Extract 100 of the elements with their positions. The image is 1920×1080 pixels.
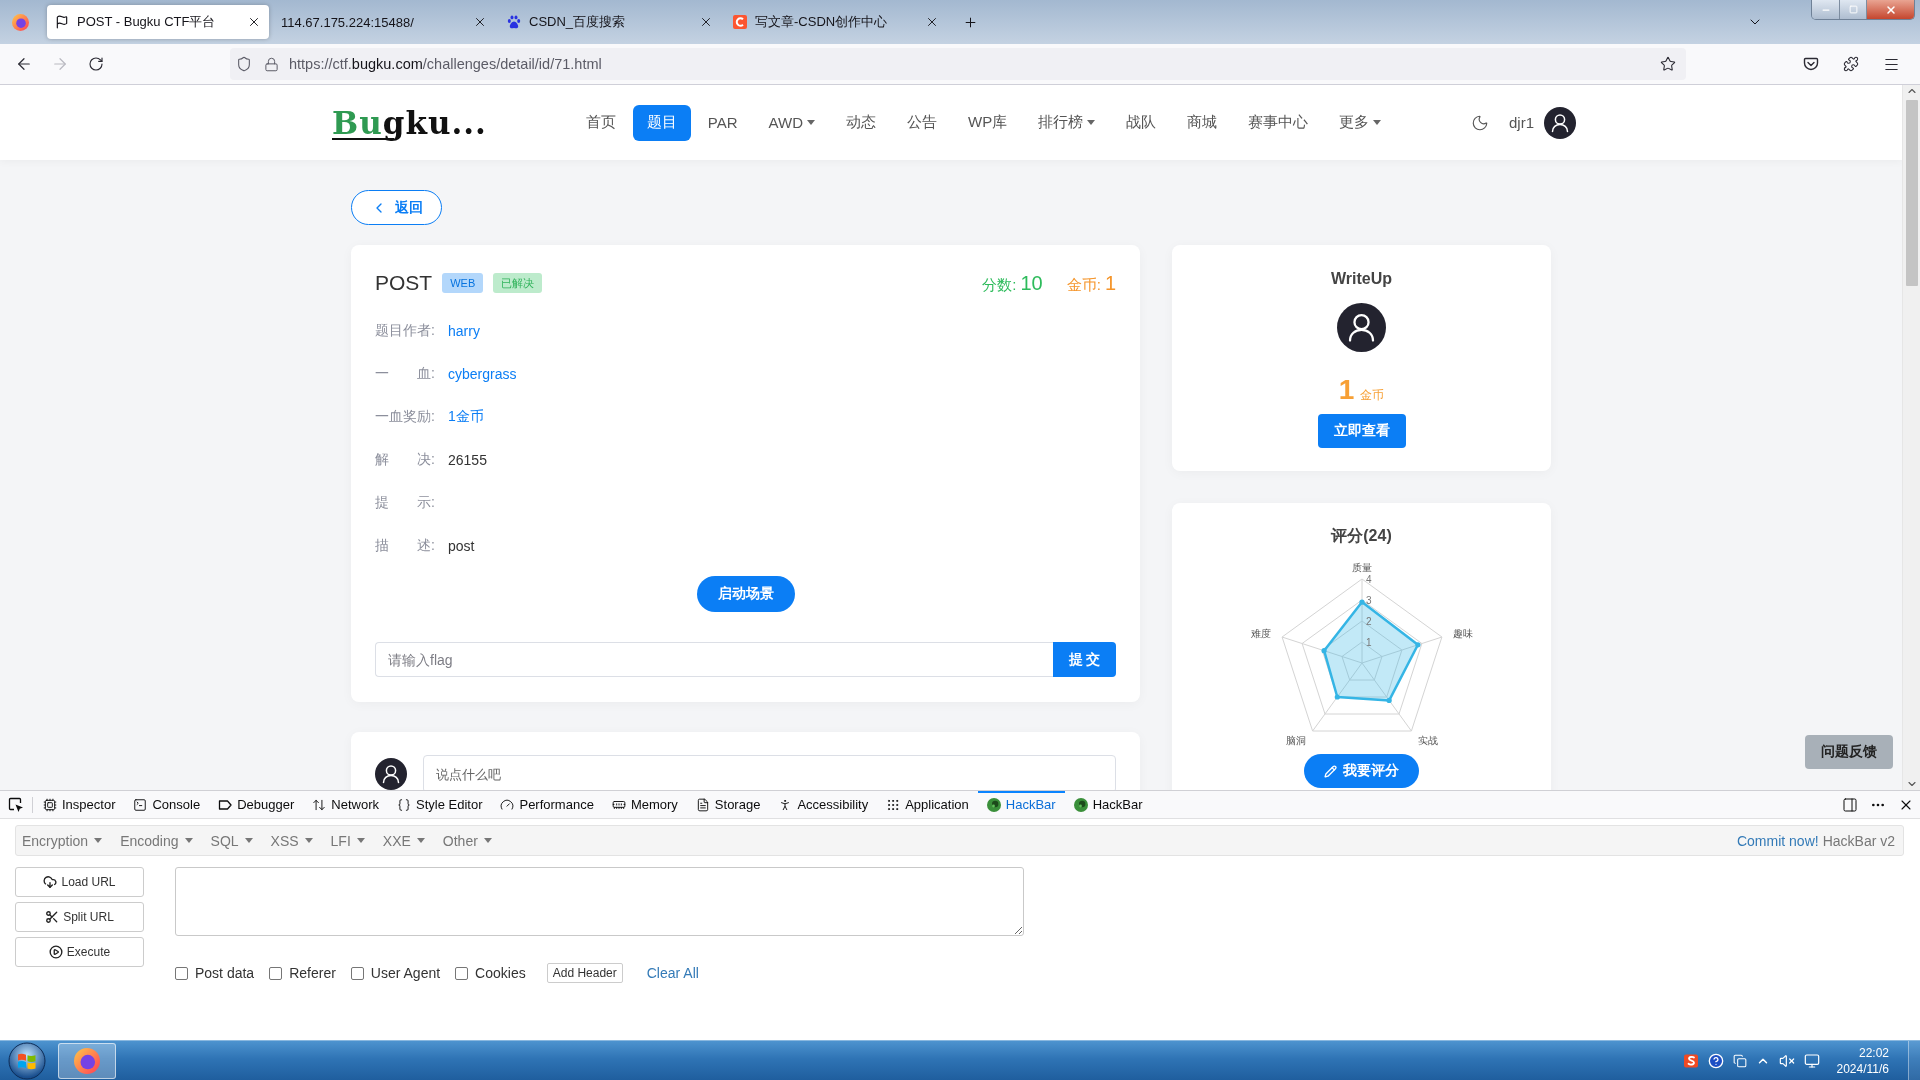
start-scene-button[interactable]: 启动场景 [696,576,795,612]
nav-item[interactable]: 更多 [1325,104,1396,141]
back-button[interactable]: 返回 [351,190,442,225]
coin-unit: 金币 [1360,387,1385,404]
element-picker-icon[interactable] [8,796,24,813]
nav-item[interactable]: 首页 [571,104,630,141]
data-point [1358,599,1365,605]
close-icon[interactable] [473,15,487,29]
address-bar[interactable]: https://ctf.bugku.com/challenges/detail/id/71.html [230,48,1686,80]
devtools-tab[interactable]: Performance [491,790,603,819]
view-writeup-button[interactable]: 立即查看 [1317,414,1406,448]
menu-dropdown[interactable]: LFI [328,832,374,849]
score-text: 分数: 10 [982,271,1043,295]
browser-tab[interactable]: 写文章-CSDN创作中心 [725,5,947,39]
field-link[interactable]: 1金币 [448,407,484,426]
close-window-button[interactable] [1866,0,1914,19]
devtools-tab[interactable]: Accessibility [769,790,878,819]
field-label: 题目作者: [375,321,436,340]
nav-item[interactable]: 战队 [1112,104,1171,141]
checkbox[interactable] [455,966,469,980]
scissors-icon [45,910,60,924]
site-logo[interactable]: Bugku... [332,102,491,143]
tab-title: 写文章-CSDN创作中心 [755,13,889,31]
hackbar-button[interactable]: Execute [15,937,144,967]
windows-icon[interactable] [1732,1053,1747,1068]
rate-button[interactable]: 我要评分 [1304,754,1419,788]
devtools-tab[interactable]: Storage [686,790,770,819]
axis-label: 趣味 [1452,628,1473,640]
flag-icon [55,15,69,29]
devtools-tab[interactable]: Inspector [34,790,125,819]
maximize-button[interactable] [1839,0,1866,19]
new-tab-icon[interactable] [963,14,978,30]
flag-orb-icon [8,1041,46,1080]
devtools-tab[interactable]: HackBar [1064,790,1152,819]
checkbox[interactable] [175,966,188,980]
caret-icon [94,838,103,843]
nav-item[interactable]: PAR [693,104,752,141]
devtools-tab[interactable]: Console [124,790,210,819]
taskbar-app-button[interactable] [58,1042,116,1079]
clear-all-link[interactable]: Clear All [646,965,699,981]
network-icon[interactable] [1803,1052,1820,1069]
devtools-tab[interactable]: Memory [602,790,687,819]
field-value: post [448,537,475,554]
help-icon[interactable] [1707,1052,1724,1069]
close-icon[interactable] [247,15,261,29]
nav-item[interactable]: 商城 [1173,104,1232,141]
clock[interactable]: 22:02 2024/11/6 [1836,1044,1889,1077]
menu-dropdown[interactable]: Other [440,832,501,849]
menu-dropdown[interactable]: SQL [208,832,262,849]
devtools-tab[interactable]: Style Editor [388,790,492,819]
nav-item[interactable]: 排行榜 [1024,104,1110,141]
tab-title: POST - Bugku CTF平台 [77,13,217,31]
submit-button[interactable]: 提 交 [1053,642,1116,677]
user-name[interactable]: djr1 [1509,114,1534,131]
show-desktop-button[interactable] [1908,1040,1920,1080]
menu-dropdown[interactable]: Encoding [118,832,202,849]
nav-item[interactable]: 题目 [632,104,691,141]
devtools-tab[interactable]: Debugger [209,790,304,819]
scrollbar[interactable] [1902,85,1920,790]
nav-item[interactable]: 公告 [893,104,951,141]
speaker-muted-icon[interactable] [1778,1052,1795,1069]
tag: 已解决 [493,273,543,293]
nav-item[interactable]: 动态 [832,104,890,141]
scroll-thumb[interactable] [1905,100,1918,286]
checkbox[interactable] [269,966,283,980]
maximize-icon [1848,5,1858,14]
dock-icon[interactable] [1842,796,1858,813]
field-link[interactable]: harry [448,322,480,339]
browser-tab[interactable]: POST - Bugku CTF平台 [47,5,269,39]
hackbar-button[interactable]: Split URL [15,902,144,932]
moon-icon[interactable] [1471,113,1489,132]
add-header-button[interactable]: Add Header [546,963,623,983]
menu-dropdown[interactable]: XSS [268,832,322,849]
nav-item[interactable]: WP库 [954,104,1022,141]
devtools-tab[interactable]: HackBar [977,790,1065,819]
browser-tab[interactable]: 114.67.175.224:15488/ [273,5,495,39]
nav-item[interactable]: AWD [754,104,829,141]
field-label: 描 述: [375,536,436,555]
close-icon[interactable] [699,15,713,29]
version-text: HackBar v2 [1822,832,1895,849]
checkbox[interactable] [350,966,364,980]
avatar-icon[interactable] [1544,106,1576,139]
commit-link[interactable]: Commit now! [1736,832,1819,849]
flag-input[interactable]: 请输入flag [375,642,1053,677]
devtools-tab[interactable]: Network [303,790,388,819]
menu-dropdown[interactable]: XXE [380,832,434,849]
close-icon[interactable] [925,15,939,29]
feedback-button[interactable]: 问题反馈 [1805,735,1893,769]
checkbox-label: User Agent [370,965,441,981]
devtools-tab[interactable]: Application [877,790,978,819]
field-link[interactable]: cybergrass [448,365,517,382]
nav-item[interactable]: 赛事中心 [1234,104,1323,141]
menu-dropdown[interactable]: Encryption [20,832,112,849]
comment-input[interactable]: 说点什么吧 [423,755,1116,790]
tag: WEB [442,273,484,293]
browser-tab[interactable]: CSDN_百度搜索 [499,5,721,39]
cloud-download-icon [43,875,58,889]
bookmark-star-icon[interactable] [1660,56,1676,72]
ime-icon[interactable] [1682,1052,1699,1069]
hackbar-button[interactable]: Load URL [15,867,144,897]
